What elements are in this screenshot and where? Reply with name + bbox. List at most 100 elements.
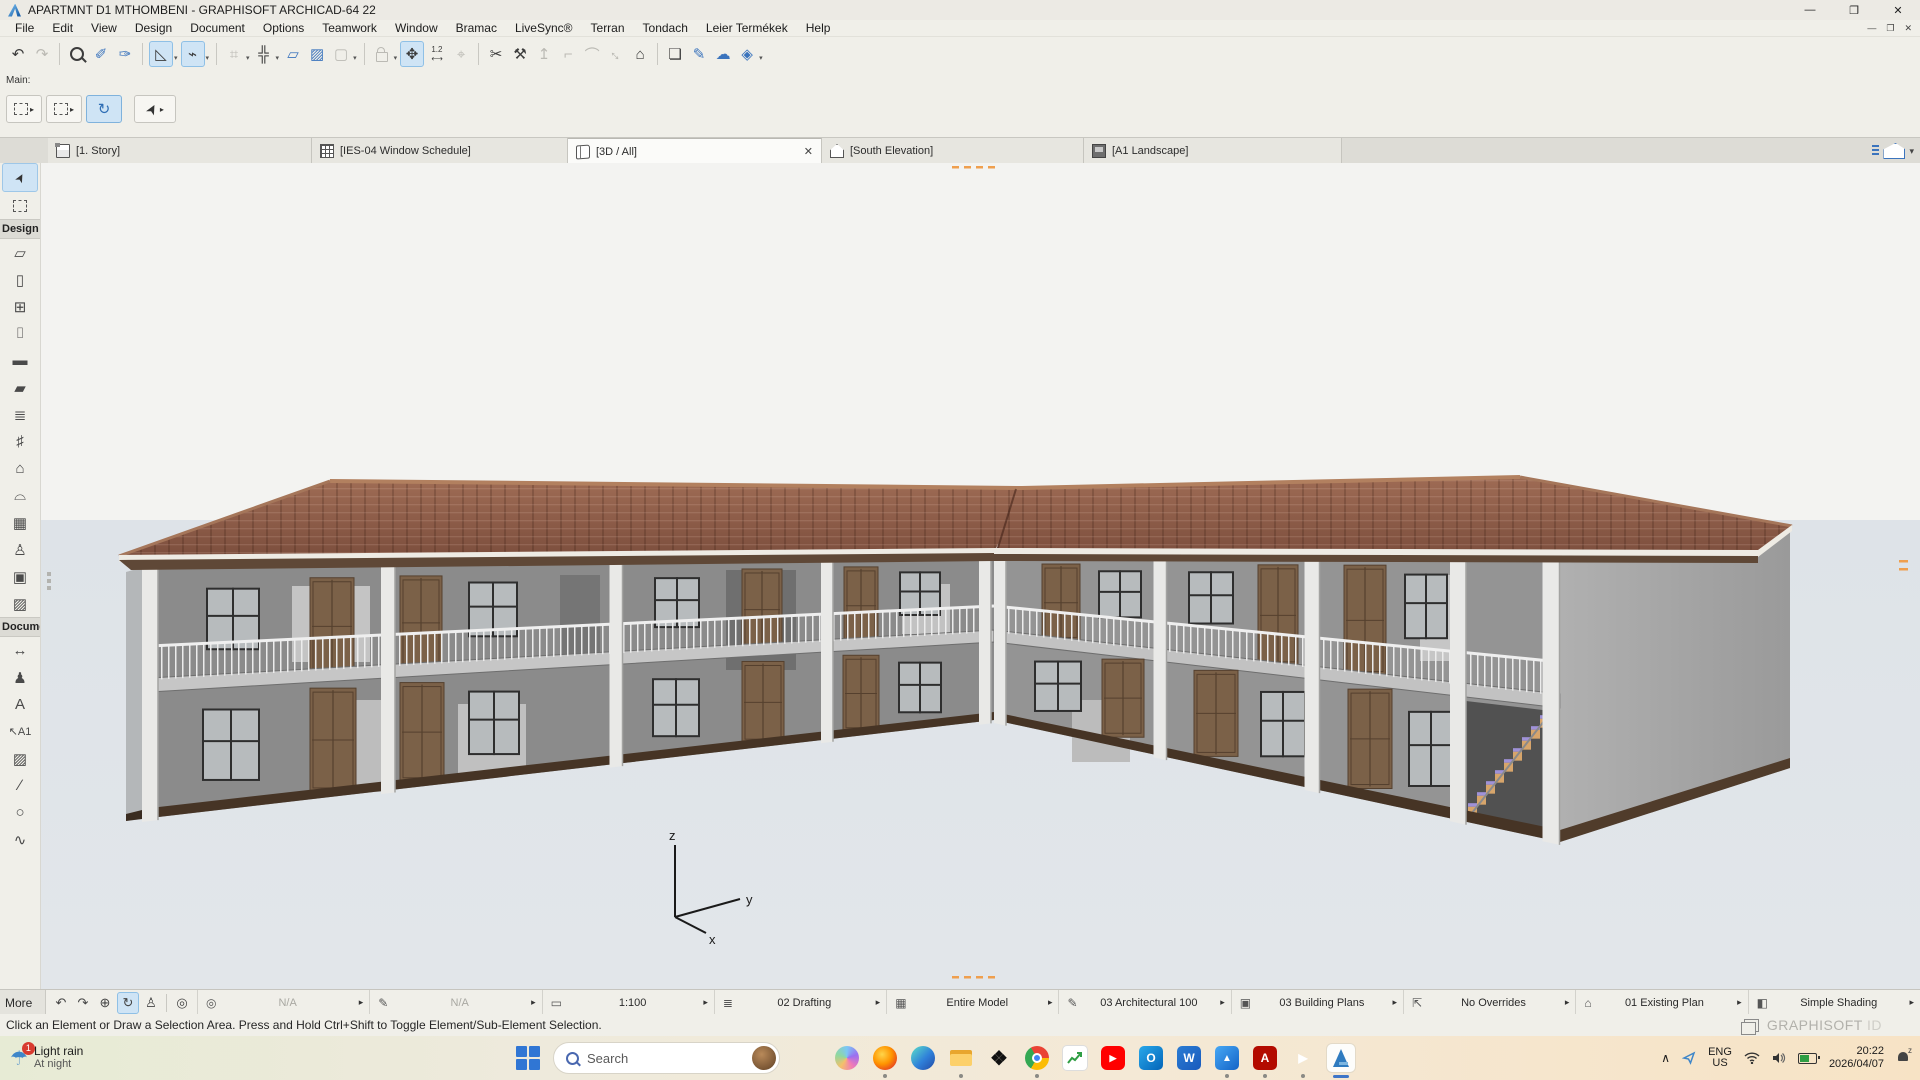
taskbar-app-movies-tv[interactable]: ▶ — [1284, 1036, 1322, 1080]
chevron-right-icon[interactable]: ▸ — [697, 997, 714, 1008]
start-button[interactable] — [515, 1045, 541, 1071]
bimcloud-icon[interactable]: ☁ — [712, 42, 734, 66]
quick-option-1-100[interactable]: ▭1:100▸ — [542, 990, 714, 1015]
stretch-icon[interactable]: ⌖ — [450, 42, 472, 66]
taskbar-app-stocks[interactable] — [1056, 1036, 1094, 1080]
search-highlight-image[interactable] — [752, 1046, 776, 1070]
resize-icon[interactable]: ↔ — [605, 42, 627, 66]
toolbox-section-design[interactable]: Design — [0, 219, 40, 239]
view-back-button[interactable]: ↶ — [51, 993, 71, 1013]
3d-viewport[interactable]: z y x — [41, 163, 1920, 989]
quick-option-01-existing-plan[interactable]: ⌂01 Existing Plan▸ — [1575, 990, 1747, 1015]
tool-wall[interactable]: ▱ — [2, 239, 38, 266]
snap-points-dropdown[interactable]: ▾ — [276, 54, 280, 62]
sketch-pen-icon[interactable]: ✎ — [688, 42, 710, 66]
zoom-in-button[interactable]: ⊕ — [95, 993, 115, 1013]
orbit-button[interactable]: ↻ — [117, 992, 139, 1014]
language-indicator[interactable]: ENGUS — [1708, 1047, 1732, 1069]
doc-minimize-button[interactable]: — — [1867, 23, 1876, 34]
pane-drag-handle[interactable] — [47, 572, 51, 590]
tool-dimension[interactable]: ↔ — [2, 637, 38, 664]
taskbar-app-word[interactable]: W — [1170, 1036, 1208, 1080]
search-box[interactable]: Search — [553, 1042, 780, 1074]
chevron-right-icon[interactable]: ▸ — [870, 997, 887, 1008]
tool-window[interactable]: ⊞ — [2, 293, 38, 320]
wifi-icon[interactable] — [1744, 1052, 1760, 1064]
menu-options[interactable]: Options — [254, 21, 313, 35]
menu-view[interactable]: View — [82, 21, 126, 35]
marquee-select-button[interactable]: ▸ — [46, 95, 82, 123]
tab-1-story[interactable]: [1. Story] — [48, 138, 312, 164]
tool-beam[interactable]: ▬ — [2, 347, 38, 374]
editing-plane-icon[interactable]: ▱ — [282, 42, 304, 66]
elevate-icon[interactable]: ↥ — [533, 42, 555, 66]
snap-guides-icon[interactable]: ⌁ — [181, 41, 205, 67]
dimension-12-icon[interactable]: 1.2⟷ — [426, 42, 448, 66]
virtual-trace-icon[interactable]: ▨ — [306, 42, 328, 66]
tool-zone[interactable]: ▣ — [2, 563, 38, 590]
tray-chevron-icon[interactable]: ∧ — [1661, 1051, 1670, 1065]
tool-line[interactable]: ∕ — [2, 772, 38, 799]
quick-option-n-a[interactable]: ✎N/A▸ — [369, 990, 541, 1015]
pop-up-navigator-icon[interactable] — [1883, 143, 1905, 159]
quick-option-03-architectural-100[interactable]: ✎03 Architectural 100▸ — [1058, 990, 1230, 1015]
zoom-to-selection-icon[interactable] — [66, 42, 88, 66]
menu-document[interactable]: Document — [181, 21, 254, 35]
pop-up-navigator-list-icon[interactable] — [1872, 145, 1879, 157]
drag-icon[interactable]: ✥ — [400, 41, 424, 67]
chevron-right-icon[interactable]: ▸ — [1214, 997, 1231, 1008]
tool-roof[interactable]: ⌂ — [2, 455, 38, 482]
tab-ies-04-window-schedule[interactable]: [IES-04 Window Schedule] — [312, 138, 568, 164]
explore-walk-button[interactable]: ♙ — [141, 993, 161, 1013]
tool-railing[interactable]: ♯ — [2, 428, 38, 455]
tool-label[interactable]: ↖A1 — [2, 718, 38, 745]
fillet-icon[interactable]: ⌒ — [581, 42, 603, 66]
chevron-right-icon[interactable]: ▸ — [1042, 997, 1059, 1008]
tool-column[interactable]: ⌷ — [2, 320, 38, 347]
menu-help[interactable]: Help — [797, 21, 840, 35]
menu-terran[interactable]: Terran — [582, 21, 634, 35]
menu-design[interactable]: Design — [126, 21, 181, 35]
quick-option-simple-shading[interactable]: ◧Simple Shading▸ — [1748, 990, 1920, 1015]
menu-file[interactable]: File — [6, 21, 43, 35]
guide-lines-dropdown[interactable]: ▾ — [174, 54, 178, 62]
taskbar-app-outlook[interactable]: O — [1132, 1036, 1170, 1080]
tab-south-elevation[interactable]: [South Elevation] — [822, 138, 1084, 164]
suspend-groups-icon[interactable] — [371, 42, 393, 66]
tool-mesh[interactable]: ▨ — [2, 590, 38, 617]
minimize-button[interactable]: — — [1788, 0, 1832, 20]
redo-icon[interactable]: ↷ — [31, 42, 53, 66]
snap-points-icon[interactable]: ╬ — [253, 42, 275, 66]
chevron-right-icon[interactable]: ▸ — [525, 997, 542, 1008]
menu-tondach[interactable]: Tondach — [634, 21, 697, 35]
tab-a1-landscape[interactable]: [A1 Landscape] — [1084, 138, 1342, 164]
pick-up-parameters-icon[interactable]: ✐ — [90, 42, 112, 66]
quick-option-03-building-plans[interactable]: ▣03 Building Plans▸ — [1231, 990, 1403, 1015]
trace-reference-icon[interactable]: ▢ — [330, 42, 352, 66]
view-forward-button[interactable]: ↷ — [73, 993, 93, 1013]
taskbar-app-dropbox[interactable]: ❖ — [980, 1036, 1018, 1080]
doc-restore-button[interactable]: ❐ — [1886, 23, 1894, 34]
battery-icon[interactable] — [1798, 1053, 1817, 1064]
taskbar-app-copilot[interactable] — [828, 1036, 866, 1080]
maximize-button[interactable]: ❐ — [1832, 0, 1876, 20]
taskbar-app-chrome[interactable] — [1018, 1036, 1056, 1080]
intersect-icon[interactable]: ⌐ — [557, 42, 579, 66]
tool-slab[interactable]: ▰ — [2, 374, 38, 401]
clock[interactable]: 20:222026/04/07 — [1829, 1045, 1884, 1071]
menu-window[interactable]: Window — [386, 21, 447, 35]
tool-select[interactable]: ➤ — [2, 163, 38, 192]
guide-lines-icon[interactable]: ◺ — [149, 41, 173, 67]
undo-icon[interactable]: ↶ — [7, 42, 29, 66]
coordinates-dropdown[interactable]: ▾ — [246, 54, 250, 62]
chevron-right-icon[interactable]: ▸ — [1903, 997, 1920, 1008]
volume-icon[interactable] — [1772, 1052, 1786, 1064]
quick-option-no-overrides[interactable]: ⇱No Overrides▸ — [1403, 990, 1575, 1015]
chevron-right-icon[interactable]: ▸ — [353, 997, 370, 1008]
chevron-right-icon[interactable]: ▸ — [1387, 997, 1404, 1008]
taskbar-app-firefox[interactable] — [866, 1036, 904, 1080]
arrow-cursor-button[interactable]: ➤▸ — [134, 95, 176, 123]
taskbar-app-edge[interactable] — [904, 1036, 942, 1080]
quick-option-entire-model[interactable]: ▦Entire Model▸ — [886, 990, 1058, 1015]
trace-reference-dropdown[interactable]: ▾ — [353, 54, 357, 62]
